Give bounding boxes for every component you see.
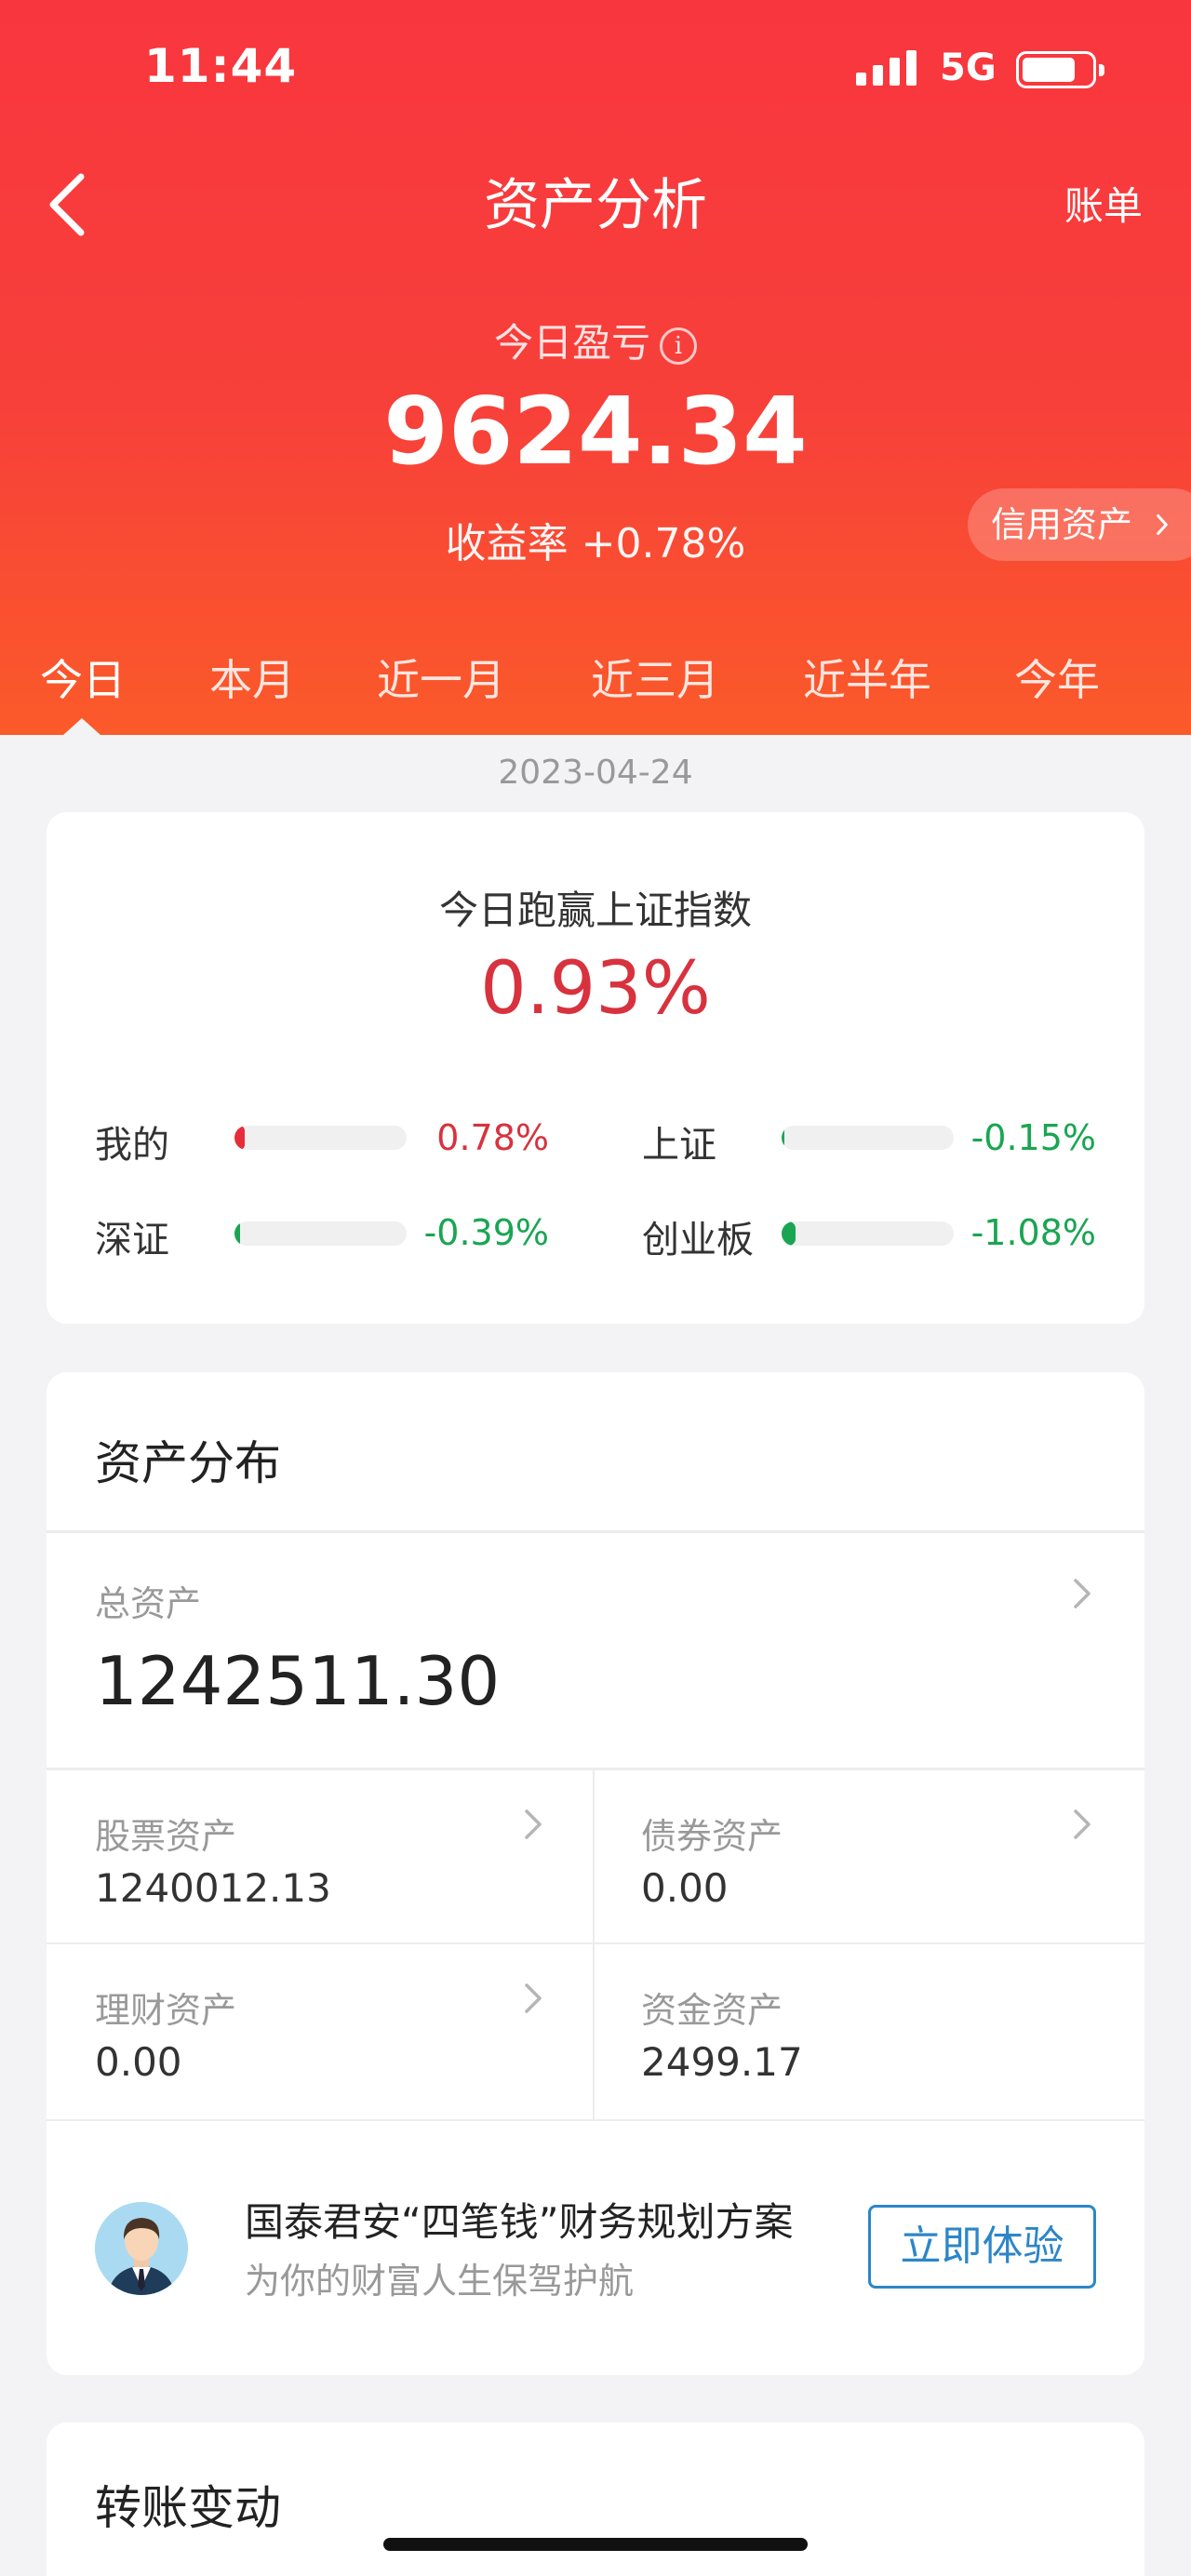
transfer-title: 转账变动 [95, 2481, 281, 2535]
transfer-card: 转账变动 [47, 2423, 1144, 2576]
compare-value-shanghai: -0.15% [970, 1117, 1096, 1158]
wealth-mgmt-assets-cell[interactable]: 理财资产 0.00 [47, 1944, 593, 2119]
chevron-right-icon [519, 1806, 547, 1843]
status-bar: 11:44 5G [0, 0, 1191, 140]
tab-today[interactable]: 今日 [40, 647, 126, 708]
compare-label-shanghai: 上证 [642, 1124, 716, 1167]
cash-assets-value: 2499.17 [641, 2039, 803, 2085]
stock-assets-cell[interactable]: 股票资产 1240012.13 [47, 1770, 593, 1942]
advisor-avatar [95, 2202, 188, 2295]
total-assets-row[interactable]: 总资产 1242511.30 [47, 1533, 1144, 1766]
try-now-button[interactable]: 立即体验 [868, 2205, 1096, 2289]
compare-label-mine: 我的 [95, 1124, 169, 1167]
network-type: 5G [940, 47, 997, 89]
today-pnl-value: 9624.34 [383, 377, 808, 486]
asset-distribution-title: 资产分布 [95, 1436, 281, 1490]
home-indicator [383, 2538, 808, 2551]
battery-icon [1016, 51, 1104, 88]
wealth-mgmt-assets-value: 0.00 [95, 2039, 182, 2085]
tab-this-month[interactable]: 本月 [209, 647, 295, 708]
chevron-right-icon [519, 1980, 547, 2017]
compare-bar-shanghai [782, 1126, 954, 1150]
benchmark-value: 0.93% [480, 947, 711, 1031]
date-label: 2023-04-24 [498, 754, 693, 792]
bond-assets-cell[interactable]: 债券资产 0.00 [595, 1770, 1144, 1942]
total-assets-value: 1242511.30 [95, 1642, 501, 1720]
tab-this-year[interactable]: 今年 [1014, 647, 1100, 708]
compare-bar-chinext [782, 1221, 954, 1246]
status-time: 11:44 [144, 39, 298, 93]
bill-link[interactable]: 账单 [1064, 175, 1143, 232]
tab-last-three-months[interactable]: 近三月 [591, 647, 719, 708]
header: 11:44 5G 资产分析 账单 今日盈亏 i 9624.34 收益率 +0.78… [0, 0, 1191, 735]
compare-value-mine: 0.78% [436, 1117, 549, 1158]
chevron-right-icon [1157, 514, 1168, 536]
compare-bar-shenzhen [234, 1221, 407, 1246]
tab-last-half-year[interactable]: 近半年 [803, 647, 931, 708]
compare-bar-mine [234, 1126, 407, 1150]
cash-assets-label: 资金资产 [641, 1990, 783, 2031]
today-pnl-label: 今日盈亏 i [0, 312, 1191, 368]
divider [47, 2119, 1144, 2121]
period-tabs: 今日 本月 近一月 近三月 近半年 今年 [0, 647, 1191, 712]
credit-assets-button[interactable]: 信用资产 [968, 488, 1191, 561]
benchmark-title: 今日跑赢上证指数 [438, 888, 752, 933]
chevron-right-icon [1068, 1806, 1096, 1843]
tab-last-month[interactable]: 近一月 [377, 647, 505, 708]
plan-subtitle: 为你的财富人生保驾护航 [245, 2261, 635, 2302]
tab-indicator [63, 718, 100, 735]
bond-assets-value: 0.00 [641, 1865, 729, 1911]
asset-distribution-card: 资产分布 总资产 1242511.30 股票资产 1240012.13 债券资产… [47, 1372, 1144, 2375]
bond-assets-label: 债券资产 [641, 1816, 783, 1857]
stock-assets-value: 1240012.13 [95, 1865, 331, 1911]
compare-value-shenzhen: -0.39% [423, 1212, 549, 1253]
today-pnl-label-text: 今日盈亏 [493, 320, 650, 366]
cash-assets-cell: 资金资产 2499.17 [595, 1944, 1144, 2119]
benchmark-card: 今日跑赢上证指数 0.93% 我的 0.78% 上证 -0.15% 深证 -0.… [47, 812, 1144, 1324]
plan-title: 国泰君安“四笔钱”财务规划方案 [245, 2199, 794, 2245]
compare-value-chinext: -1.08% [970, 1212, 1096, 1253]
signal-icon [856, 48, 917, 86]
chevron-right-icon [1068, 1575, 1096, 1612]
stock-assets-label: 股票资产 [95, 1816, 237, 1857]
page-title: 资产分析 [484, 173, 707, 238]
credit-assets-label: 信用资产 [991, 504, 1133, 545]
info-icon[interactable]: i [660, 327, 697, 365]
wealth-mgmt-assets-label: 理财资产 [95, 1990, 237, 2031]
compare-label-chinext: 创业板 [642, 1219, 754, 1261]
compare-label-shenzhen: 深证 [95, 1219, 169, 1261]
total-assets-label: 总资产 [95, 1583, 202, 1624]
